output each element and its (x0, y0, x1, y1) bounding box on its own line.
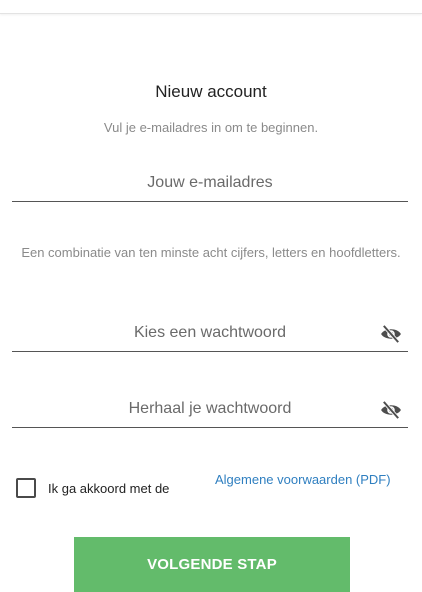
eye-off-icon[interactable] (380, 401, 402, 419)
email-field[interactable]: Jouw e-mailadres (12, 162, 408, 202)
repeat-password-field[interactable]: Herhaal je wachtwoord (12, 388, 408, 428)
terms-checkbox[interactable] (16, 478, 36, 498)
terms-label: Ik ga akkoord met de (48, 481, 170, 496)
terms-row: Ik ga akkoord met de Algemene voorwaarde… (16, 472, 416, 512)
password-field[interactable]: Kies een wachtwoord (12, 312, 408, 352)
next-step-button[interactable]: VOLGENDE STAP (74, 537, 350, 592)
password-hint: Een combinatie van ten minste acht cijfe… (21, 245, 401, 260)
top-app-bar (0, 0, 422, 14)
page-title: Nieuw account (155, 82, 267, 101)
repeat-password-placeholder: Herhaal je wachtwoord (128, 400, 292, 417)
eye-off-icon[interactable] (380, 325, 402, 343)
page-subtitle: Vul je e-mailadres in om te beginnen. (103, 120, 319, 135)
terms-link[interactable]: Algemene voorwaarden (PDF) (215, 472, 415, 488)
password-placeholder: Kies een wachtwoord (133, 324, 287, 341)
email-placeholder: Jouw e-mailadres (147, 174, 273, 191)
